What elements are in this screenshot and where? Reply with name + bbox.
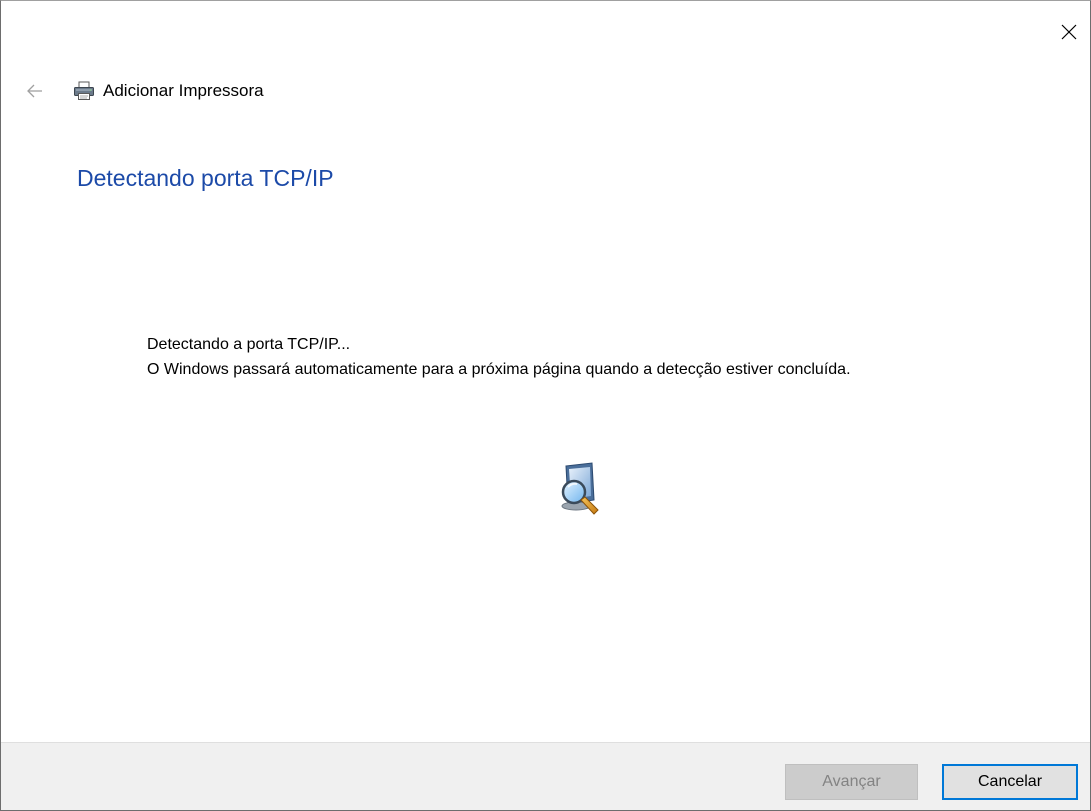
dialog-header: Adicionar Impressora — [25, 77, 264, 105]
status-message-line1: Detectando a porta TCP/IP... — [147, 336, 351, 353]
status-message-line2: O Windows passará automaticamente para a… — [147, 361, 851, 378]
window-title: Adicionar Impressora — [103, 81, 264, 100]
network-search-icon — [552, 460, 608, 524]
cancel-button[interactable]: Cancelar — [942, 764, 1078, 800]
status-message: Detectando a porta TCP/IP... O Windows p… — [147, 332, 851, 382]
next-button[interactable]: Avançar — [785, 764, 918, 800]
page-heading: Detectando porta TCP/IP — [77, 165, 334, 191]
add-printer-dialog: Adicionar Impressora Detectando porta TC… — [0, 0, 1091, 811]
close-button[interactable] — [1054, 17, 1084, 47]
back-arrow-icon — [27, 84, 42, 98]
dialog-footer: Avançar Cancelar — [1, 742, 1090, 810]
printer-icon — [73, 81, 95, 101]
close-icon — [1061, 24, 1077, 40]
back-button[interactable] — [25, 81, 45, 101]
